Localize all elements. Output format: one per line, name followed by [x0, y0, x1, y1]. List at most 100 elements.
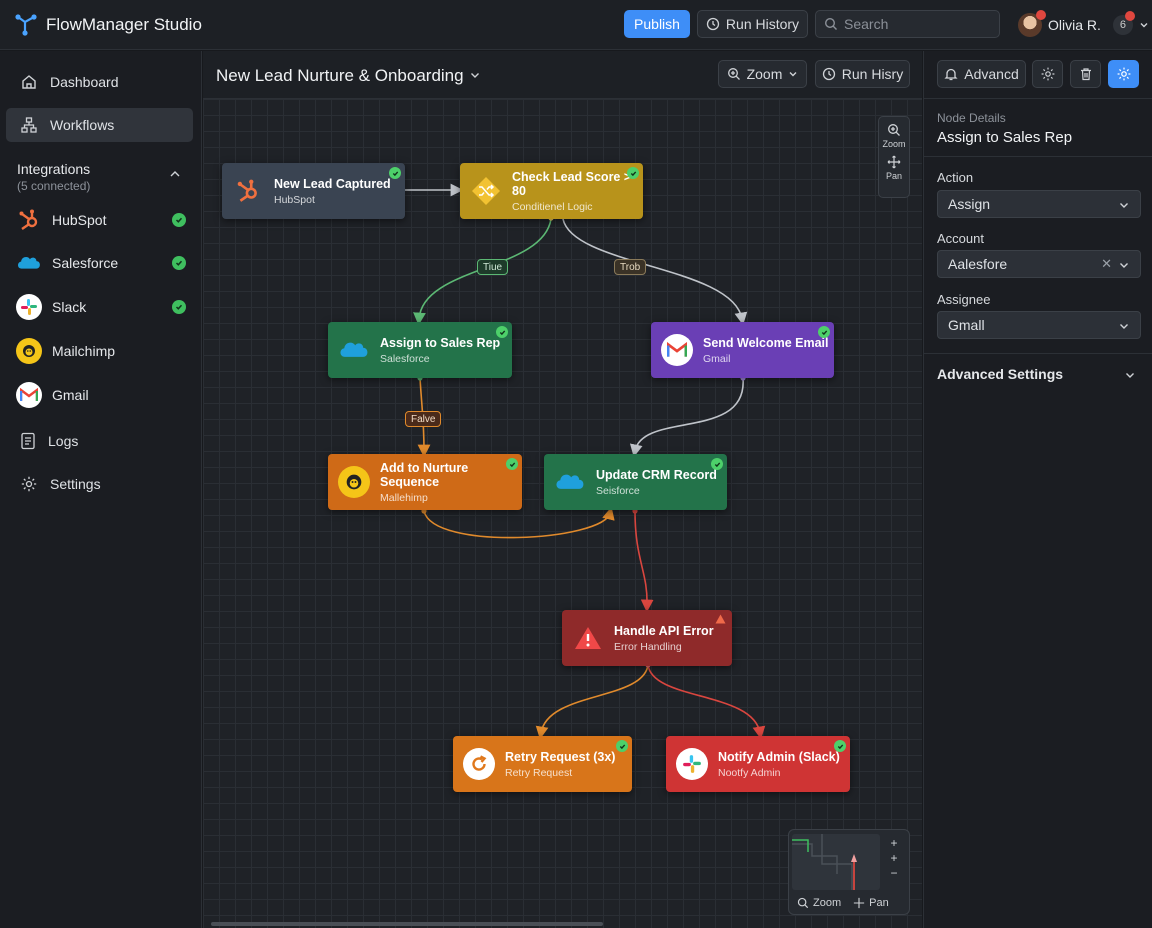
- home-icon: [22, 75, 36, 89]
- node-subtitle: Nootfy Admin: [718, 766, 781, 779]
- integration-mailchimp[interactable]: Mailchimp: [16, 336, 186, 366]
- assignee-select[interactable]: Gmall: [937, 311, 1141, 339]
- sidebar-item-label: Settings: [50, 476, 101, 492]
- node-title: New Lead Captured: [274, 176, 391, 191]
- node-details-panel: Advancd Node Details Assign to Sales Rep…: [923, 51, 1152, 928]
- run-history-button[interactable]: Run History: [697, 10, 808, 38]
- status-check-icon: [818, 326, 830, 338]
- node-notify-admin-slack[interactable]: Notify Admin (Slack) Nootfy Admin: [666, 736, 850, 792]
- config-button[interactable]: [1108, 60, 1139, 88]
- gear-icon: [21, 476, 37, 492]
- status-check-icon: [496, 326, 508, 338]
- node-subtitle: Retry Request: [505, 766, 573, 779]
- sidebar-item-label: Dashboard: [50, 74, 119, 90]
- minimap[interactable]: + + − Zoom Pan: [788, 829, 910, 915]
- action-label: Action: [937, 170, 974, 185]
- bell-icon: [944, 68, 958, 81]
- chevron-down-icon[interactable]: [1124, 369, 1136, 381]
- integrations-count: (5 connected): [17, 179, 91, 193]
- sidebar-item-dashboard[interactable]: Dashboard: [6, 65, 193, 99]
- minimap-viewport[interactable]: [792, 834, 880, 890]
- node-title: Retry Request (3x): [505, 749, 616, 764]
- status-check-icon: [627, 167, 639, 179]
- integration-label: Salesforce: [52, 255, 119, 271]
- zoom-in-icon[interactable]: +: [890, 836, 897, 850]
- edge-nurture-to-crm: [423, 506, 615, 539]
- search-icon: [824, 17, 837, 30]
- node-title: Notify Admin (Slack): [718, 749, 840, 764]
- node-retry-request[interactable]: Retry Request (3x) Retry Request: [453, 736, 632, 792]
- chevron-up-icon[interactable]: [168, 167, 182, 181]
- search-box[interactable]: [815, 10, 1000, 38]
- node-subtitle: Salesforce: [380, 352, 430, 365]
- avatar[interactable]: [1018, 10, 1046, 37]
- salesforce-icon: [338, 334, 370, 366]
- integration-hubspot[interactable]: HubSpot: [16, 205, 186, 235]
- mailchimp-icon: [16, 338, 42, 364]
- search-input[interactable]: [844, 16, 994, 32]
- node-assign-to-sales-rep[interactable]: Assign to Sales Rep Salesforce: [328, 322, 512, 378]
- delete-node-button[interactable]: [1070, 60, 1101, 88]
- workflow-canvas[interactable]: New Lead Nurture & Onboarding Zoom Run H…: [203, 51, 922, 928]
- user-name: Olivia R.: [1048, 17, 1101, 33]
- node-check-lead-score[interactable]: Check Lead Score > 80 Conditienel Logic: [460, 163, 643, 219]
- integrations-title: Integrations: [17, 161, 91, 177]
- zoom-icon: [797, 897, 809, 909]
- notifications-button[interactable]: 6: [1112, 11, 1135, 35]
- minimap-zoom-label: Zoom: [813, 897, 842, 909]
- edge-welcome-to-crm: [629, 377, 744, 458]
- edge-label-true: Tiue: [477, 259, 509, 275]
- node-subtitle: HubSpot: [274, 193, 315, 206]
- account-select[interactable]: Aalesfore ✕: [937, 250, 1141, 278]
- node-settings-button[interactable]: [1032, 60, 1063, 88]
- node-update-crm-record[interactable]: Update CRM Record Seisforce: [544, 454, 727, 510]
- user-menu[interactable]: Olivia R. 6: [1018, 10, 1149, 38]
- node-subtitle: Gmail: [703, 352, 731, 365]
- panel-toolbar: Advancd: [924, 51, 1152, 99]
- clear-icon[interactable]: ✕: [1101, 256, 1112, 272]
- minimap-pan-button[interactable]: Pan: [853, 897, 889, 909]
- connected-check-icon: [172, 256, 186, 270]
- account-value: Aalesfore: [948, 256, 1008, 272]
- minimap-footer: Zoom Pan: [797, 897, 889, 909]
- slack-icon: [16, 294, 42, 320]
- chevron-down-icon: [1120, 324, 1128, 329]
- sidebar-item-settings[interactable]: Settings: [6, 467, 193, 501]
- action-select[interactable]: Assign: [937, 190, 1141, 218]
- chevron-down-icon: [1120, 263, 1128, 268]
- node-handle-api-error[interactable]: Handle API Error Error Handling: [562, 610, 732, 666]
- integration-gmail[interactable]: Gmail: [16, 380, 186, 410]
- edge-error-to-notify: [647, 664, 766, 740]
- node-new-lead-captured[interactable]: New Lead Captured HubSpot: [222, 163, 405, 219]
- horizontal-scrollbar[interactable]: [211, 922, 603, 926]
- avatar-badge: [1036, 10, 1046, 20]
- warning-badge-icon: [715, 614, 726, 624]
- sidebar-item-logs[interactable]: Logs: [6, 424, 193, 458]
- app-logo-icon: [15, 14, 37, 36]
- advanced-button[interactable]: Advancd: [937, 60, 1026, 88]
- status-check-icon: [506, 458, 518, 470]
- edge-crm-to-error: [634, 510, 654, 613]
- logs-icon: [21, 432, 35, 450]
- node-add-to-nurture-sequence[interactable]: Add to Nurture Sequence Mallehimp: [328, 454, 522, 510]
- zoom-out-icon[interactable]: −: [890, 866, 897, 880]
- node-send-welcome-email[interactable]: Send Welcome Email Gmail: [651, 322, 834, 378]
- pan-icon: [853, 897, 865, 909]
- publish-button[interactable]: Publish: [624, 10, 690, 38]
- node-subtitle: Error Handling: [614, 640, 682, 653]
- sidebar-item-workflows[interactable]: Workflows: [6, 108, 193, 142]
- sidebar-item-label: Workflows: [50, 117, 115, 133]
- salesforce-icon: [16, 250, 42, 276]
- connected-check-icon: [172, 300, 186, 314]
- hubspot-icon: [16, 207, 42, 233]
- advanced-settings-toggle[interactable]: Advanced Settings: [937, 366, 1063, 382]
- chevron-down-icon: [1120, 203, 1128, 208]
- chevron-down-icon[interactable]: [1139, 20, 1149, 30]
- action-value: Assign: [948, 196, 991, 212]
- sidebar: Dashboard Workflows Integrations (5 conn…: [0, 51, 202, 928]
- integration-slack[interactable]: Slack: [16, 292, 186, 322]
- node-title: Check Lead Score > 80: [512, 169, 632, 198]
- zoom-in-alt-icon[interactable]: +: [890, 851, 897, 865]
- minimap-zoom-button[interactable]: Zoom: [797, 897, 841, 909]
- integration-salesforce[interactable]: Salesforce: [16, 248, 186, 278]
